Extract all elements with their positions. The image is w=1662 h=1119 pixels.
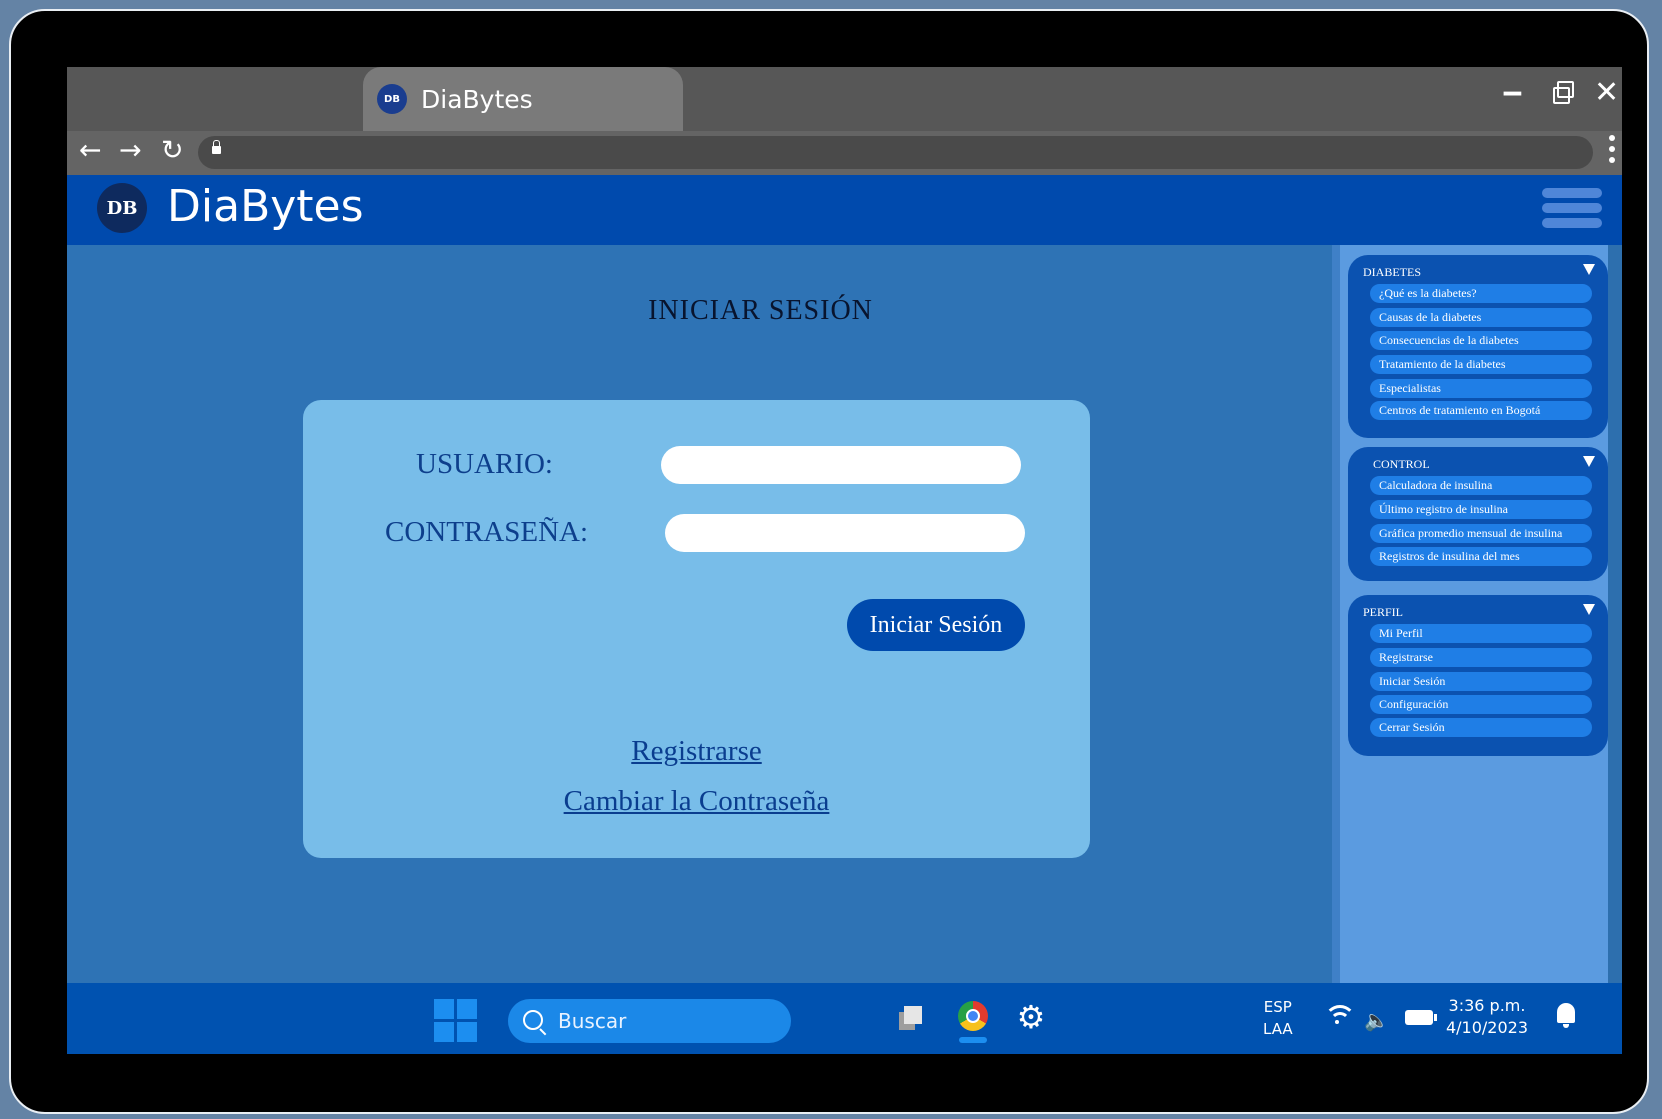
settings-gear-icon[interactable]: ⚙: [1015, 1001, 1047, 1033]
browser-tab[interactable]: DB DiaBytes: [363, 67, 683, 131]
windows-start-icon[interactable]: [434, 999, 478, 1043]
browser-menu-icon[interactable]: [1609, 135, 1615, 169]
forward-arrow-icon[interactable]: →: [119, 135, 142, 166]
menu-item-tratamiento[interactable]: Tratamiento de la diabetes: [1370, 355, 1592, 374]
back-arrow-icon[interactable]: ←: [79, 135, 102, 166]
app-title: DiaBytes: [167, 181, 364, 232]
menu-item-ultimo-registro[interactable]: Último registro de insulina: [1370, 500, 1592, 519]
sidebar-divider: [1332, 245, 1340, 983]
minimize-icon[interactable]: ‒: [1502, 75, 1523, 110]
language-indicator[interactable]: ESP LAA: [1263, 996, 1293, 1040]
lang-line1: ESP: [1263, 998, 1292, 1016]
chrome-icon[interactable]: [958, 1001, 988, 1031]
browser-tab-bar: DB DiaBytes ‒ ✕: [67, 67, 1622, 131]
menu-item-cerrar-sesion[interactable]: Cerrar Sesión: [1370, 718, 1592, 737]
menu-item-registrarse[interactable]: Registrarse: [1370, 648, 1592, 667]
menu-item-que-es[interactable]: ¿Qué es la diabetes?: [1370, 284, 1592, 303]
change-password-link[interactable]: Cambiar la Contraseña: [303, 785, 1090, 818]
menu-item-causas[interactable]: Causas de la diabetes: [1370, 308, 1592, 327]
hamburger-menu-icon[interactable]: [1542, 188, 1602, 230]
caret-down-icon[interactable]: [1583, 456, 1595, 467]
search-icon: [523, 1010, 543, 1030]
main-content: INICIAR SESIÓN USUARIO: CONTRASEÑA: Inic…: [67, 245, 1340, 983]
lang-line2: LAA: [1263, 1020, 1293, 1038]
register-link[interactable]: Registrarse: [303, 735, 1090, 768]
menu-item-configuracion[interactable]: Configuración: [1370, 695, 1592, 714]
menu-item-mi-perfil[interactable]: Mi Perfil: [1370, 624, 1592, 643]
page-title: INICIAR SESIÓN: [648, 295, 873, 326]
menu-group-perfil: PERFIL Mi Perfil Registrarse Iniciar Ses…: [1348, 595, 1608, 756]
menu-item-grafica[interactable]: Gráfica promedio mensual de insulina: [1370, 524, 1592, 543]
caret-down-icon[interactable]: [1583, 264, 1595, 275]
task-view-icon[interactable]: [899, 1006, 923, 1030]
screen: DB DiaBytes ‒ ✕ ← → ↻ DB DiaBytes INICIA…: [67, 67, 1622, 1054]
tab-title: DiaBytes: [421, 84, 533, 114]
menu-group-title[interactable]: PERFIL: [1363, 605, 1403, 620]
app-logo: DB: [97, 183, 147, 233]
login-button[interactable]: Iniciar Sesión: [847, 599, 1025, 651]
clock-time: 3:36 p.m.: [1448, 996, 1526, 1015]
address-bar[interactable]: [198, 136, 1593, 169]
menu-group-title[interactable]: CONTROL: [1373, 457, 1430, 472]
menu-item-consecuencias[interactable]: Consecuencias de la diabetes: [1370, 331, 1592, 350]
search-placeholder: Buscar: [558, 1009, 627, 1033]
taskbar-search[interactable]: Buscar: [508, 999, 791, 1043]
menu-item-centros[interactable]: Centros de tratamiento en Bogotá: [1370, 401, 1592, 420]
taskbar: Buscar ⚙ ESP LAA 🔈 3:36 p.m. 4/10/2023: [67, 983, 1622, 1054]
user-label: USUARIO:: [416, 448, 553, 480]
notification-bell-icon[interactable]: [1557, 1003, 1575, 1028]
active-app-indicator: [959, 1037, 987, 1043]
clock-date: 4/10/2023: [1445, 1018, 1529, 1037]
volume-icon[interactable]: 🔈: [1364, 1008, 1389, 1032]
menu-group-diabetes: DIABETES ¿Qué es la diabetes? Causas de …: [1348, 255, 1608, 438]
menu-group-title[interactable]: DIABETES: [1363, 265, 1421, 280]
password-input[interactable]: [665, 514, 1025, 552]
login-card: USUARIO: CONTRASEÑA: Iniciar Sesión Regi…: [303, 400, 1090, 858]
app-header: DB DiaBytes: [67, 175, 1622, 245]
restore-icon[interactable]: [1553, 81, 1574, 104]
menu-item-registros-mes[interactable]: Registros de insulina del mes: [1370, 547, 1592, 566]
battery-icon[interactable]: [1405, 1010, 1437, 1025]
close-icon[interactable]: ✕: [1594, 75, 1619, 110]
lock-icon: [212, 140, 221, 154]
user-input[interactable]: [661, 446, 1021, 484]
caret-down-icon[interactable]: [1583, 604, 1595, 615]
browser-nav-bar: ← → ↻: [67, 131, 1622, 175]
clock[interactable]: 3:36 p.m. 4/10/2023: [1437, 995, 1537, 1039]
menu-item-calculadora[interactable]: Calculadora de insulina: [1370, 476, 1592, 495]
device-frame: DB DiaBytes ‒ ✕ ← → ↻ DB DiaBytes INICIA…: [9, 9, 1649, 1114]
menu-item-iniciar-sesion[interactable]: Iniciar Sesión: [1370, 672, 1592, 691]
side-menu: DIABETES ¿Qué es la diabetes? Causas de …: [1340, 245, 1608, 983]
menu-item-especialistas[interactable]: Especialistas: [1370, 379, 1592, 398]
reload-icon[interactable]: ↻: [161, 135, 184, 166]
menu-group-control: CONTROL Calculadora de insulina Último r…: [1348, 447, 1608, 581]
favicon-icon: DB: [377, 84, 407, 114]
password-label: CONTRASEÑA:: [385, 516, 589, 548]
wifi-icon[interactable]: [1324, 1005, 1356, 1033]
